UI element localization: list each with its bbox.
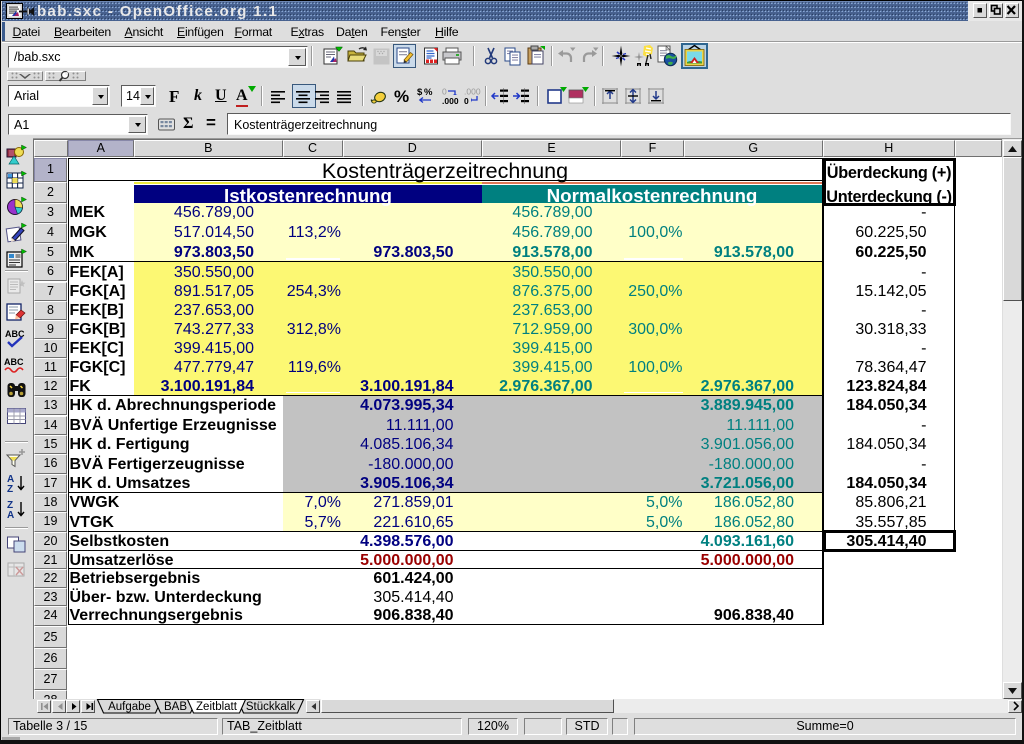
svg-text:.000: .000 — [464, 87, 481, 97]
svg-text:Z: Z — [7, 484, 13, 495]
svg-text:ABC: ABC — [4, 357, 24, 367]
svg-text:$: $ — [417, 87, 423, 98]
svg-text:%: % — [424, 87, 433, 98]
svg-text:0: 0 — [442, 87, 447, 97]
svg-text:0: 0 — [464, 96, 469, 106]
svg-text:A: A — [7, 510, 14, 521]
svg-text:.000: .000 — [442, 96, 459, 106]
